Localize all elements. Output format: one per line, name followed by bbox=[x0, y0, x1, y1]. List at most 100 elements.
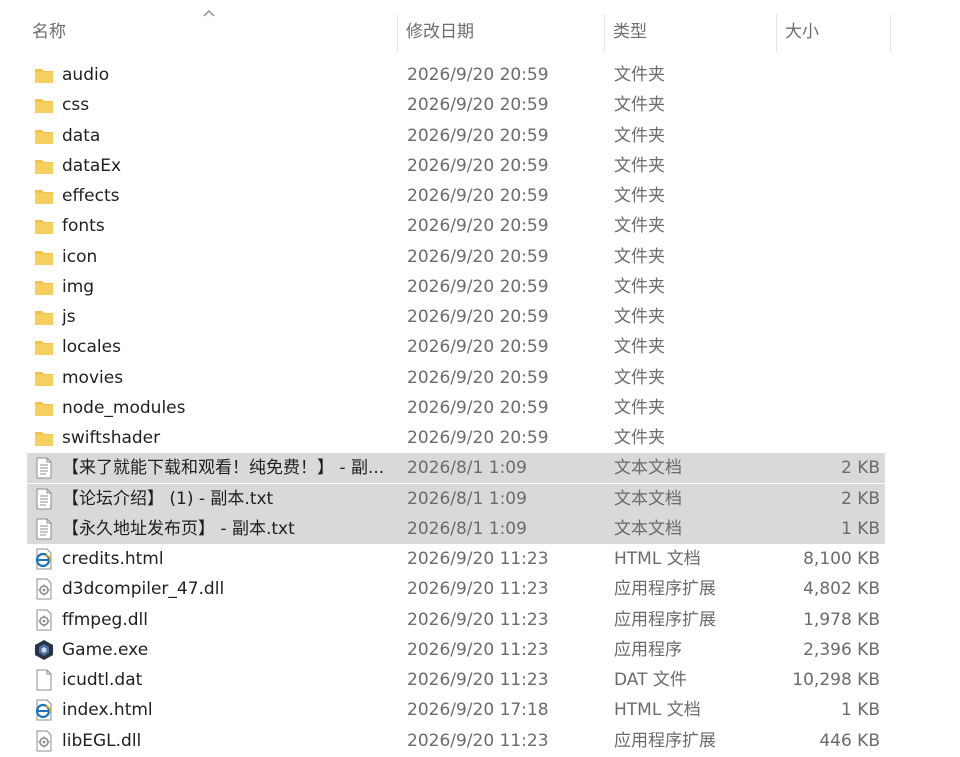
file-type: 文件夹 bbox=[614, 428, 665, 448]
file-row[interactable]: locales 2026/9/20 20:59 文件夹 bbox=[0, 332, 960, 362]
file-name[interactable]: node_modules bbox=[62, 393, 392, 423]
html-file-icon bbox=[33, 699, 55, 721]
file-row[interactable]: ffmpeg.dll 2026/9/20 11:23 应用程序扩展 1,978 KB bbox=[0, 605, 960, 635]
folder-icon bbox=[33, 246, 55, 268]
file-name[interactable]: movies bbox=[62, 363, 392, 393]
file-type: DAT 文件 bbox=[614, 670, 687, 690]
file-name[interactable]: d3dcompiler_47.dll bbox=[62, 574, 392, 604]
file-row[interactable]: node_modules 2026/9/20 20:59 文件夹 bbox=[0, 393, 960, 423]
file-row[interactable]: d3dcompiler_47.dll 2026/9/20 11:23 应用程序扩展 4… bbox=[0, 574, 960, 604]
file-row[interactable]: dataEx 2026/9/20 20:59 文件夹 bbox=[0, 151, 960, 181]
file-row[interactable]: credits.html 2026/9/20 11:23 HTML 文档 8,100 … bbox=[0, 544, 960, 574]
text-file-icon bbox=[33, 518, 55, 540]
folder-icon bbox=[33, 155, 55, 177]
file-name[interactable]: icudtl.dat bbox=[62, 665, 392, 695]
file-modified-date: 2026/9/20 11:23 bbox=[407, 730, 549, 751]
folder-icon bbox=[33, 64, 55, 86]
file-modified-date: 2026/9/20 11:23 bbox=[407, 609, 549, 630]
file-row[interactable]: icon 2026/9/20 20:59 文件夹 bbox=[0, 242, 960, 272]
file-modified-date: 2026/9/20 20:59 bbox=[407, 367, 549, 388]
file-type: 文件夹 bbox=[614, 337, 665, 358]
file-type: 文件夹 bbox=[614, 216, 665, 237]
file-type: 文件夹 bbox=[614, 155, 665, 176]
file-name[interactable]: locales bbox=[62, 332, 392, 362]
folder-icon bbox=[33, 336, 55, 358]
file-row[interactable]: movies 2026/9/20 20:59 文件夹 bbox=[0, 363, 960, 393]
folder-icon bbox=[33, 306, 55, 328]
file-size: 10,298 KB bbox=[792, 670, 880, 690]
file-type: HTML 文档 bbox=[614, 700, 701, 721]
file-name[interactable]: libEGL.dll bbox=[62, 726, 392, 756]
file-modified-date: 2026/9/20 11:23 bbox=[407, 579, 549, 600]
file-row[interactable]: js 2026/9/20 20:59 文件夹 bbox=[0, 302, 960, 332]
column-header-name[interactable]: 名称 bbox=[24, 0, 398, 60]
file-row[interactable]: 【永久地址发布页】 - 副本.txt 2026/8/1 1:09 文本文档 1 KB bbox=[0, 513, 960, 544]
file-type: 应用程序扩展 bbox=[614, 579, 716, 600]
file-name[interactable]: Game.exe bbox=[62, 635, 392, 665]
file-size: 1 KB bbox=[840, 518, 880, 539]
folder-icon bbox=[33, 125, 55, 147]
file-name[interactable]: 【来了就能下载和观看！纯免费！】 - 副... bbox=[62, 453, 392, 483]
file-name[interactable]: fonts bbox=[62, 211, 392, 241]
file-name[interactable]: img bbox=[62, 272, 392, 302]
dll-file-icon bbox=[33, 609, 55, 631]
file-row[interactable]: data 2026/9/20 20:59 文件夹 bbox=[0, 121, 960, 151]
column-header-bar: 名称 修改日期 类型 大小 bbox=[0, 0, 960, 60]
file-name[interactable]: effects bbox=[62, 181, 392, 211]
file-name[interactable]: ffmpeg.dll bbox=[62, 605, 392, 635]
column-header-type[interactable]: 类型 bbox=[605, 0, 777, 60]
file-modified-date: 2026/9/20 20:59 bbox=[407, 65, 549, 85]
file-type: 文件夹 bbox=[614, 186, 665, 206]
file-name[interactable]: index.html bbox=[62, 695, 392, 725]
file-name[interactable]: swiftshader bbox=[62, 423, 392, 453]
file-modified-date: 2026/9/20 20:59 bbox=[407, 337, 549, 358]
folder-icon bbox=[33, 185, 55, 207]
file-name[interactable]: css bbox=[62, 90, 392, 120]
text-file-icon bbox=[33, 457, 55, 479]
file-type: 文件夹 bbox=[614, 307, 665, 327]
file-row[interactable]: index.html 2026/9/20 17:18 HTML 文档 1 KB bbox=[0, 695, 960, 725]
file-name[interactable]: 【永久地址发布页】 - 副本.txt bbox=[62, 514, 392, 544]
file-name[interactable]: icon bbox=[62, 242, 392, 272]
file-name[interactable]: dataEx bbox=[62, 151, 392, 181]
column-divider[interactable] bbox=[890, 14, 891, 52]
file-modified-date: 2026/9/20 11:23 bbox=[407, 670, 549, 690]
column-header-size[interactable]: 大小 bbox=[777, 0, 891, 60]
file-type: 文件夹 bbox=[614, 125, 665, 146]
file-size: 4,802 KB bbox=[803, 579, 880, 600]
folder-icon bbox=[33, 397, 55, 419]
file-modified-date: 2026/9/20 20:59 bbox=[407, 428, 549, 448]
file-size: 1 KB bbox=[840, 700, 880, 721]
file-row[interactable]: effects 2026/9/20 20:59 文件夹 bbox=[0, 181, 960, 211]
file-modified-date: 2026/9/20 20:59 bbox=[407, 276, 549, 297]
file-row[interactable]: fonts 2026/9/20 20:59 文件夹 bbox=[0, 211, 960, 241]
folder-icon bbox=[33, 94, 55, 116]
folder-icon bbox=[33, 215, 55, 237]
file-name[interactable]: credits.html bbox=[62, 544, 392, 574]
file-type: 文件夹 bbox=[614, 65, 665, 85]
file-row[interactable]: css 2026/9/20 20:59 文件夹 bbox=[0, 90, 960, 120]
file-modified-date: 2026/9/20 20:59 bbox=[407, 125, 549, 146]
file-row[interactable]: 【论坛介绍】 (1) - 副本.txt 2026/8/1 1:09 文本文档 2 KB bbox=[0, 483, 960, 514]
file-size: 1,978 KB bbox=[803, 609, 880, 630]
file-size: 2 KB bbox=[840, 488, 880, 509]
file-name[interactable]: 【论坛介绍】 (1) - 副本.txt bbox=[62, 484, 392, 514]
file-name[interactable]: data bbox=[62, 121, 392, 151]
file-type: 文本文档 bbox=[614, 458, 682, 479]
file-row[interactable]: Game.exe 2026/9/20 11:23 应用程序 2,396 KB bbox=[0, 635, 960, 665]
file-row[interactable]: icudtl.dat 2026/9/20 11:23 DAT 文件 10,298 KB bbox=[0, 665, 960, 695]
file-row[interactable]: 【来了就能下载和观看！纯免费！】 - 副... 2026/8/1 1:09 文本文档… bbox=[0, 453, 960, 484]
file-name[interactable]: audio bbox=[62, 60, 392, 90]
column-header-modified[interactable]: 修改日期 bbox=[398, 0, 604, 60]
file-row[interactable]: libEGL.dll 2026/9/20 11:23 应用程序扩展 446 KB bbox=[0, 726, 960, 756]
file-type: 应用程序扩展 bbox=[614, 609, 716, 630]
file-row[interactable]: swiftshader 2026/9/20 20:59 文件夹 bbox=[0, 423, 960, 453]
file-row[interactable]: img 2026/9/20 20:59 文件夹 bbox=[0, 272, 960, 302]
file-type: HTML 文档 bbox=[614, 549, 701, 569]
file-modified-date: 2026/9/20 20:59 bbox=[407, 155, 549, 176]
file-modified-date: 2026/9/20 20:59 bbox=[407, 307, 549, 327]
file-row[interactable]: audio 2026/9/20 20:59 文件夹 bbox=[0, 60, 960, 90]
file-name[interactable]: js bbox=[62, 302, 392, 332]
dll-file-icon bbox=[33, 730, 55, 752]
file-modified-date: 2026/8/1 1:09 bbox=[407, 458, 527, 479]
